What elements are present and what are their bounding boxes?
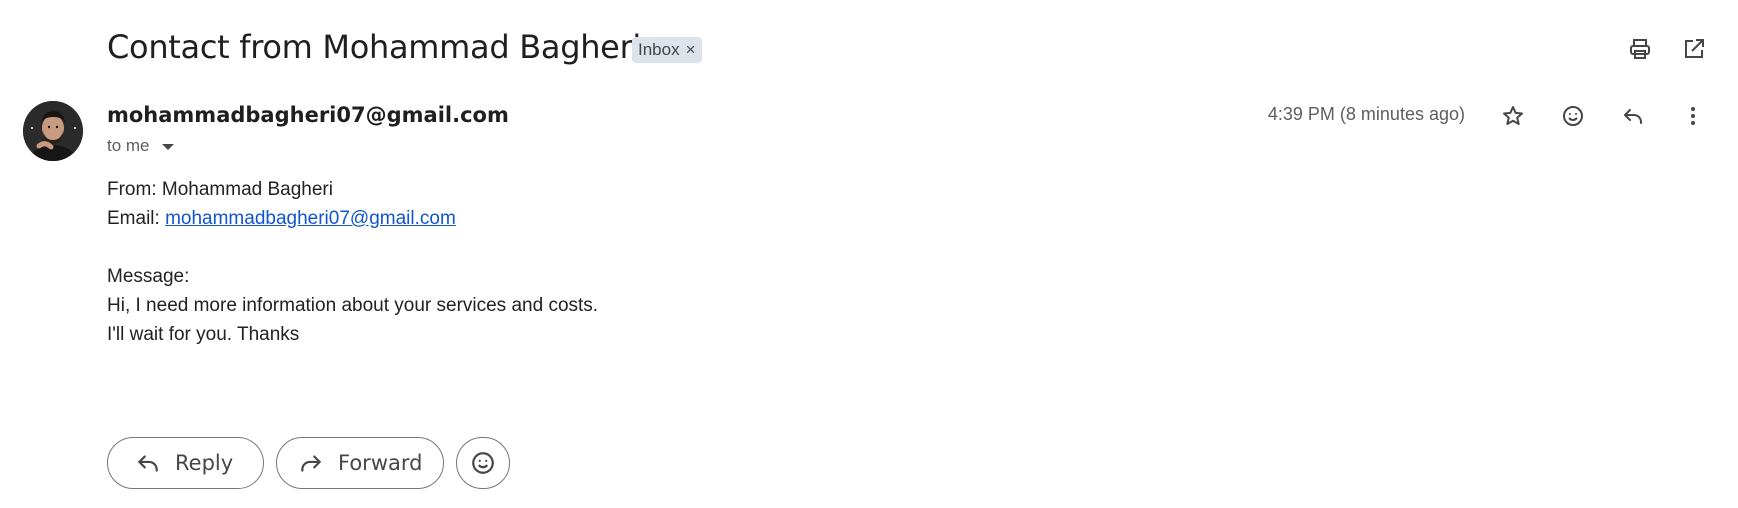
add-reaction-button[interactable] (1553, 96, 1593, 136)
print-button[interactable] (1620, 29, 1660, 69)
sender-email[interactable]: mohammadbagheri07@gmail.com (107, 103, 509, 127)
body-email-link[interactable]: mohammadbagheri07@gmail.com (165, 208, 456, 229)
reply-icon (1624, 109, 1642, 124)
emoji-reaction-button[interactable] (456, 437, 510, 489)
emoji-reaction-icon (472, 452, 494, 474)
email-body: From: Mohammad Bagheri Email: mohammadba… (107, 175, 598, 349)
body-blank-line (107, 233, 598, 262)
body-message-line1: Hi, I need more information about your s… (107, 295, 599, 316)
email-timestamp: 4:39 PM (8 minutes ago) (1267, 104, 1465, 124)
remove-label-button[interactable]: × (686, 40, 696, 60)
email-subject: Contact from Mohammad Bagheri (107, 28, 642, 66)
recipient-details-toggle[interactable]: to me (107, 136, 174, 156)
recipient-summary: to me (107, 136, 150, 155)
inbox-label-chip[interactable]: Inbox × (632, 37, 702, 63)
body-email-prefix: Email: (107, 208, 166, 229)
label-chip-text: Inbox (638, 40, 680, 59)
open-in-new-window-icon (1685, 39, 1704, 58)
body-message-label: Message: (107, 266, 190, 287)
print-icon (1630, 39, 1650, 59)
emoji-reaction-icon (1563, 106, 1583, 126)
star-button[interactable] (1493, 96, 1533, 136)
body-message-line2: I'll wait for you. Thanks (107, 324, 300, 345)
more-options-button[interactable] (1673, 96, 1713, 136)
reply-icon-button[interactable] (1613, 96, 1653, 136)
reply-icon (138, 455, 158, 472)
reply-button-label: Reply (175, 451, 234, 475)
more-vert-icon (1691, 107, 1695, 125)
star-icon (1503, 106, 1523, 125)
chevron-down-icon (161, 144, 174, 150)
forward-button[interactable]: Forward (276, 437, 444, 489)
body-email-line: Email: mohammadbagheri07@gmail.com (107, 204, 598, 233)
sender-avatar[interactable] (23, 101, 83, 161)
open-in-new-window-button[interactable] (1674, 29, 1714, 69)
forward-icon (301, 455, 321, 472)
forward-button-label: Forward (338, 451, 423, 475)
avatar-photo (23, 101, 83, 161)
reply-button[interactable]: Reply (107, 437, 264, 489)
body-from-line: From: Mohammad Bagheri (107, 179, 333, 200)
